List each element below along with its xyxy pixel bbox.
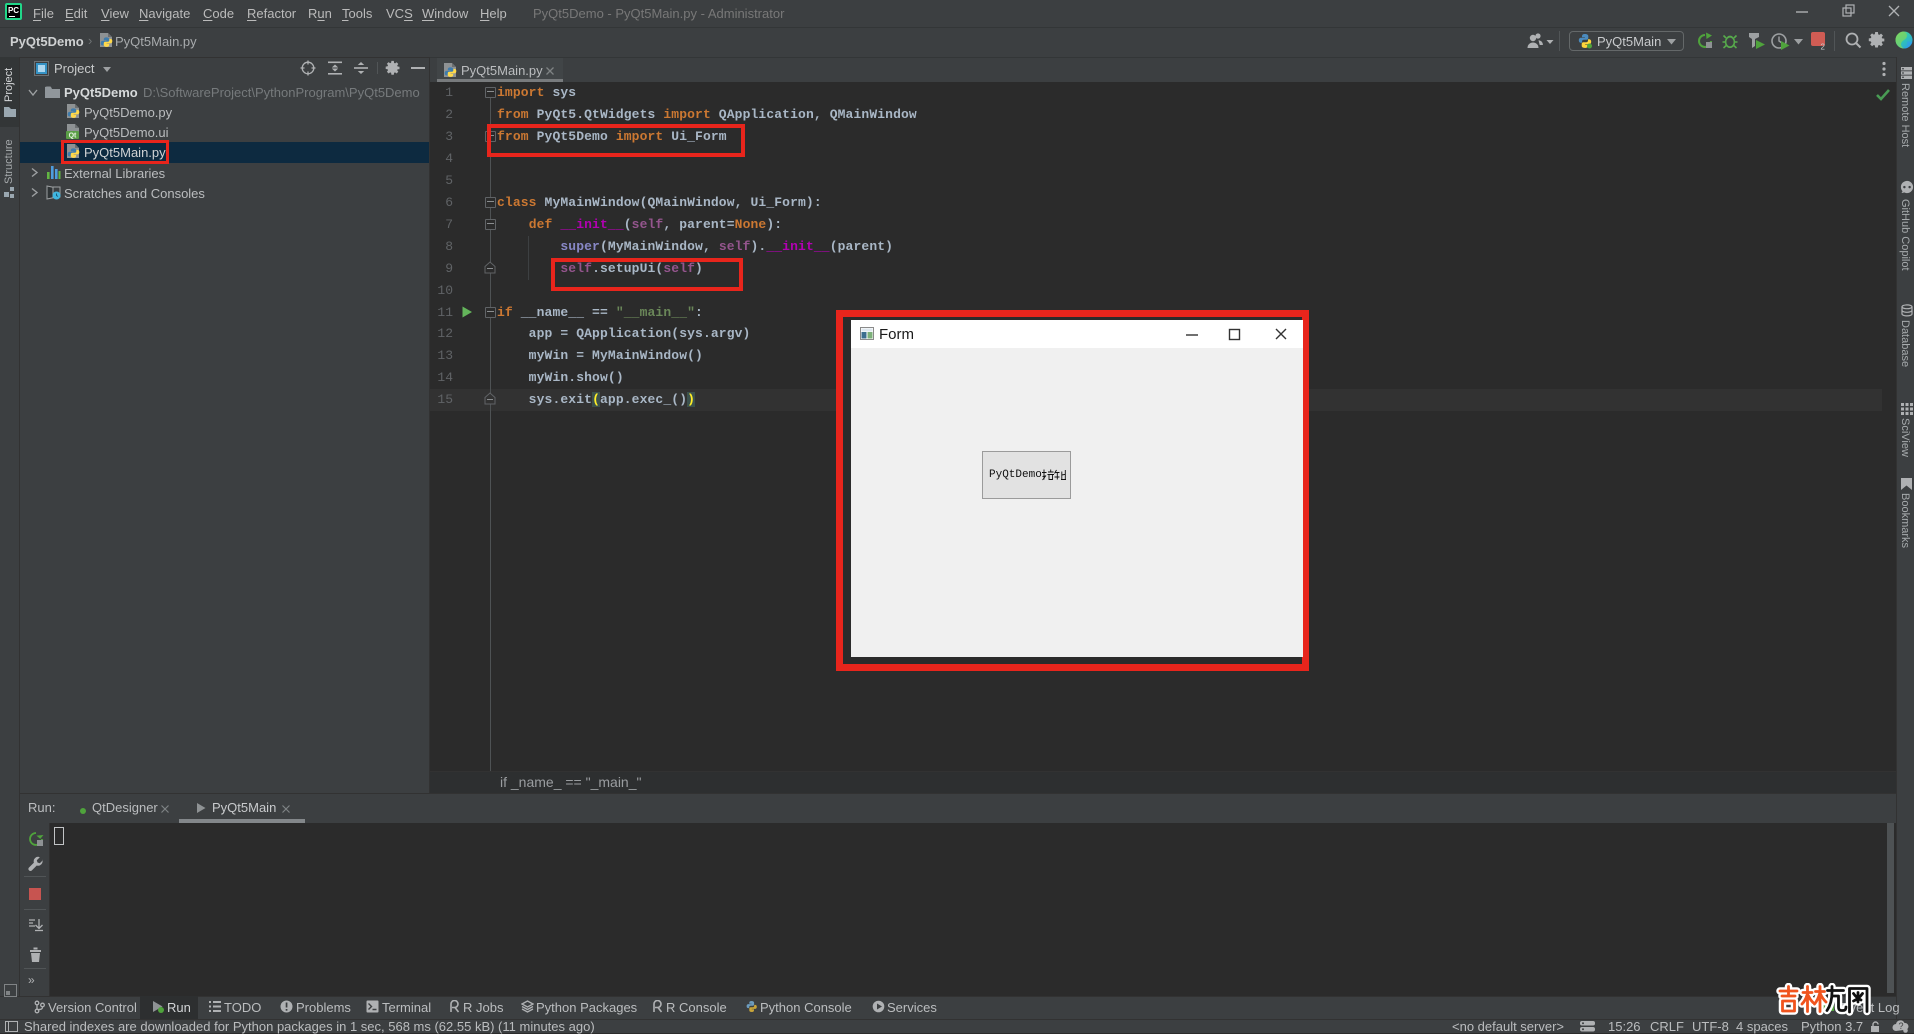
svg-text:2: 2 bbox=[1821, 43, 1826, 51]
svg-text:?: ? bbox=[1898, 1021, 1903, 1031]
svg-text:Qt: Qt bbox=[69, 133, 77, 140]
